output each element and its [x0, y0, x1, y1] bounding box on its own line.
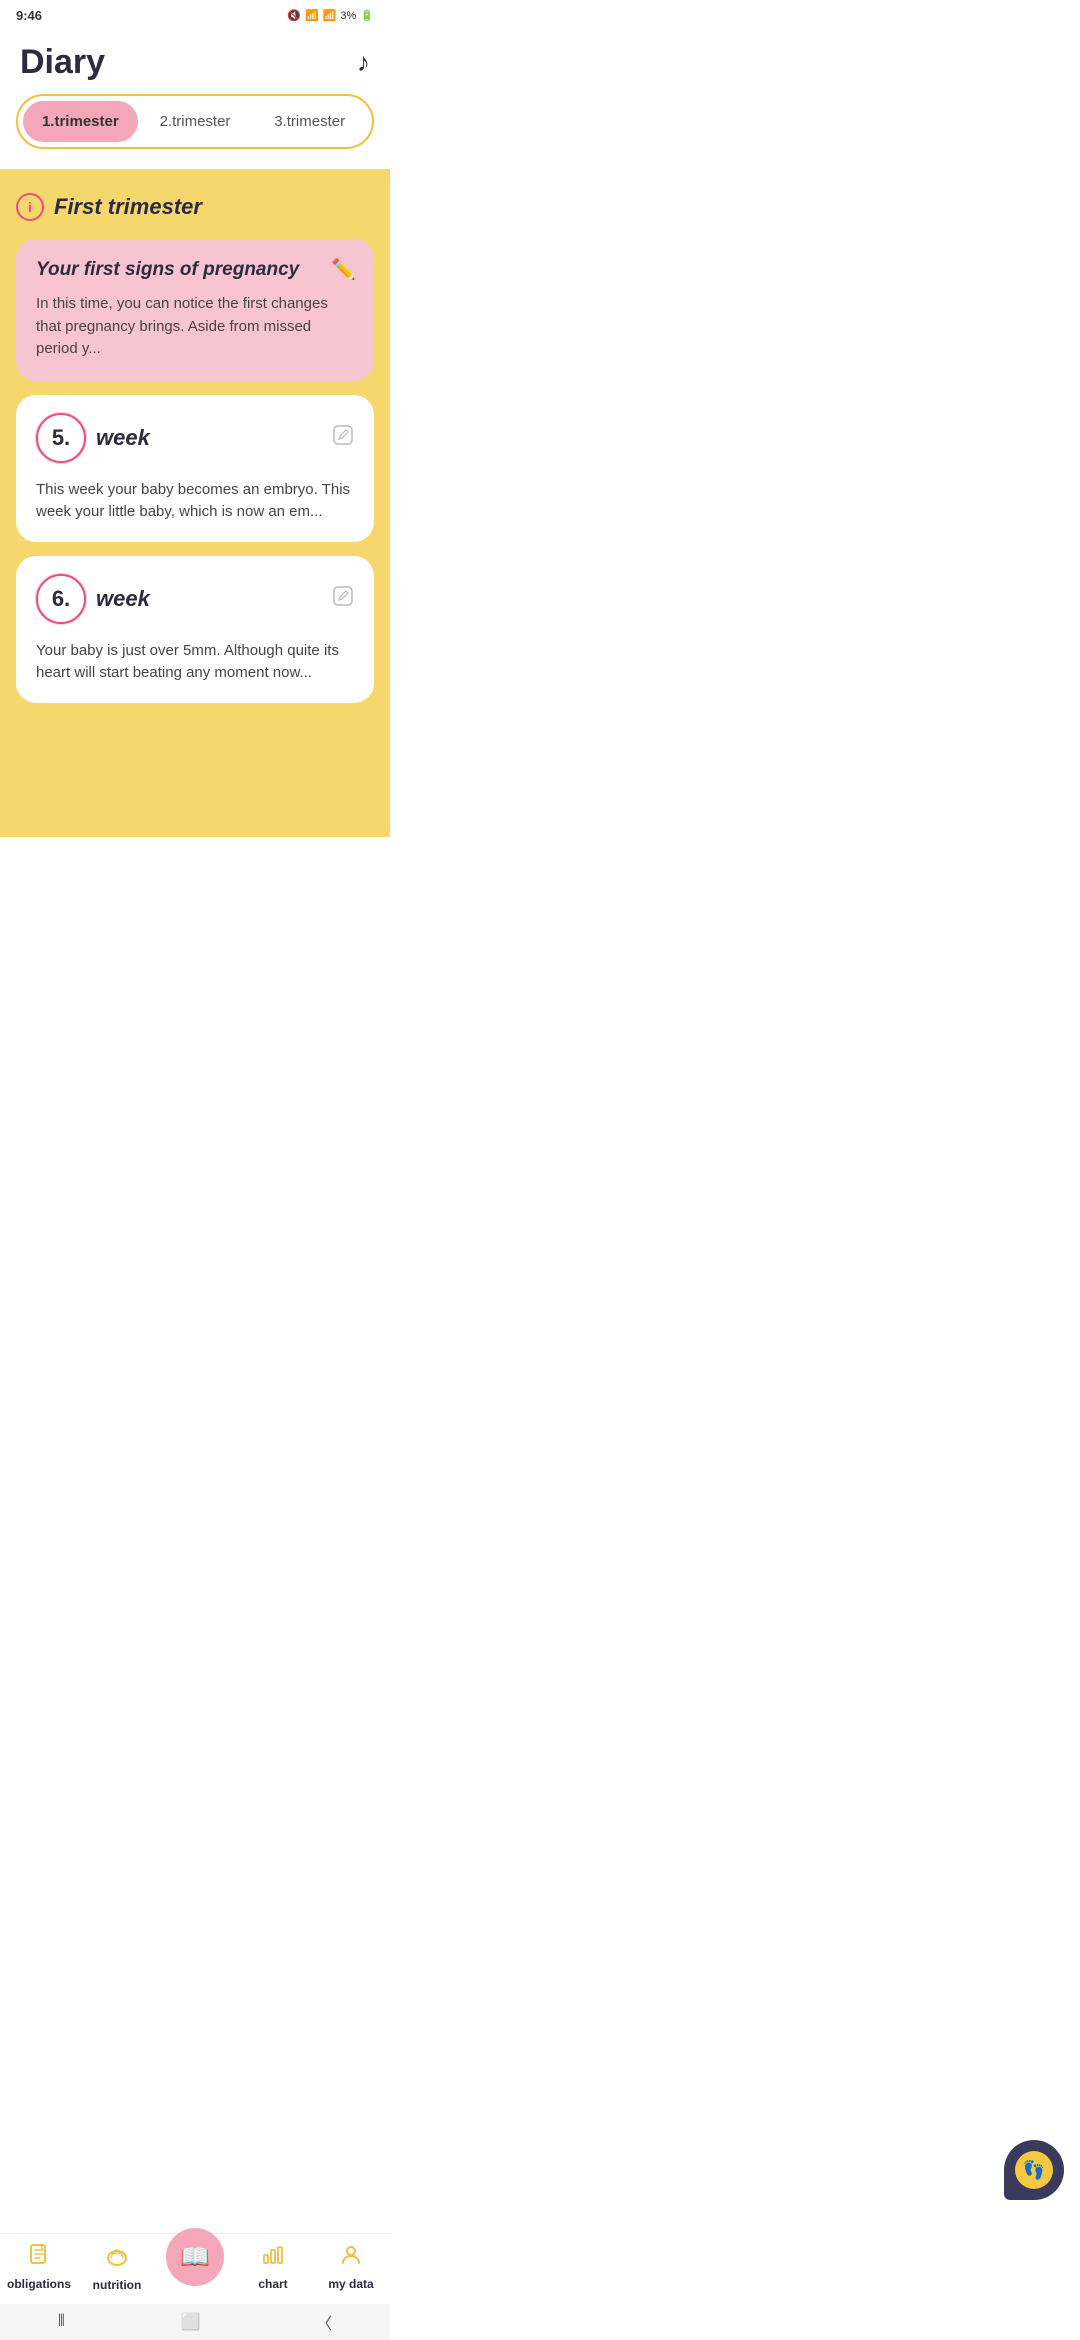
- diary-center-button[interactable]: 📖: [166, 2228, 224, 2286]
- week-card-6: 6. week Your baby is just over 5mm. Alth…: [16, 556, 374, 703]
- week-5-text: This week your baby becomes an embryo. T…: [36, 479, 354, 524]
- week-6-header: 6. week: [36, 574, 354, 624]
- bottom-nav: obligations nutrition 📖 chart: [0, 2233, 390, 2304]
- chart-label: chart: [258, 2277, 287, 2291]
- battery-text: 3%: [340, 10, 356, 22]
- week-5-header: 5. week: [36, 413, 354, 463]
- obligations-label: obligations: [7, 2277, 71, 2291]
- mute-icon: 🔇: [287, 9, 301, 22]
- obligations-icon: [27, 2243, 51, 2273]
- status-bar: 9:46 🔇 📶 📶 3% 🔋: [0, 0, 390, 27]
- trimester-tabs: 1.trimester 2.trimester 3.trimester: [16, 94, 374, 149]
- sys-home[interactable]: ⬜: [181, 2312, 201, 2332]
- week-5-edit-icon[interactable]: [332, 424, 354, 452]
- week-5-number: 5.: [52, 425, 70, 451]
- pink-card: Your first signs of pregnancy ✏️ In this…: [16, 239, 374, 381]
- pink-card-title: Your first signs of pregnancy: [36, 259, 354, 281]
- pink-card-text: In this time, you can notice the first c…: [36, 293, 354, 361]
- chart-icon: [261, 2243, 285, 2273]
- nav-center: 📖: [156, 2248, 234, 2286]
- my-data-label: my data: [328, 2277, 373, 2291]
- wifi-icon: 📶: [305, 9, 319, 22]
- header: Diary ♪: [0, 27, 390, 94]
- week-6-edit-icon[interactable]: [332, 585, 354, 613]
- week-card-5: 5. week This week your baby becomes an e…: [16, 395, 374, 542]
- section-title: First trimester: [54, 194, 202, 220]
- sys-recents[interactable]: ⦀: [58, 2313, 65, 2331]
- section-header: i First trimester: [16, 193, 374, 221]
- week-6-number: 6.: [52, 586, 70, 612]
- tab-1-trimester[interactable]: 1.trimester: [23, 101, 138, 142]
- signal-icon: 📶: [323, 9, 337, 22]
- week-6-label: week: [96, 586, 150, 612]
- week-6-text: Your baby is just over 5mm. Although qui…: [36, 640, 354, 685]
- page-title: Diary: [20, 43, 105, 82]
- system-nav: ⦀ ⬜ 〈: [0, 2304, 390, 2340]
- nav-nutrition[interactable]: nutrition: [78, 2242, 156, 2292]
- sys-back[interactable]: 〈: [316, 2310, 332, 2334]
- nav-my-data[interactable]: my data: [312, 2243, 390, 2291]
- pink-card-edit-icon[interactable]: ✏️: [331, 257, 356, 282]
- week-6-number-container: 6. week: [36, 574, 150, 624]
- my-data-icon: [339, 2243, 363, 2273]
- week-5-label: week: [96, 425, 150, 451]
- floating-baby-button[interactable]: 👣: [1004, 2140, 1064, 2210]
- baby-icon: 👣: [1015, 2151, 1053, 2189]
- tab-2-trimester[interactable]: 2.trimester: [138, 101, 253, 142]
- yellow-section: i First trimester Your first signs of pr…: [0, 169, 390, 837]
- battery-icon: 🔋: [360, 9, 374, 22]
- nutrition-icon: [104, 2242, 130, 2274]
- week-5-circle: 5.: [36, 413, 86, 463]
- info-icon: i: [16, 193, 44, 221]
- music-icon[interactable]: ♪: [357, 47, 370, 78]
- week-5-number-container: 5. week: [36, 413, 150, 463]
- nav-obligations[interactable]: obligations: [0, 2243, 78, 2291]
- nav-chart[interactable]: chart: [234, 2243, 312, 2291]
- status-icons: 🔇 📶 📶 3% 🔋: [287, 9, 374, 22]
- status-time: 9:46: [16, 8, 42, 23]
- floating-bubble: 👣: [1004, 2140, 1064, 2200]
- week-6-circle: 6.: [36, 574, 86, 624]
- nutrition-label: nutrition: [93, 2278, 142, 2292]
- tab-3-trimester[interactable]: 3.trimester: [252, 101, 367, 142]
